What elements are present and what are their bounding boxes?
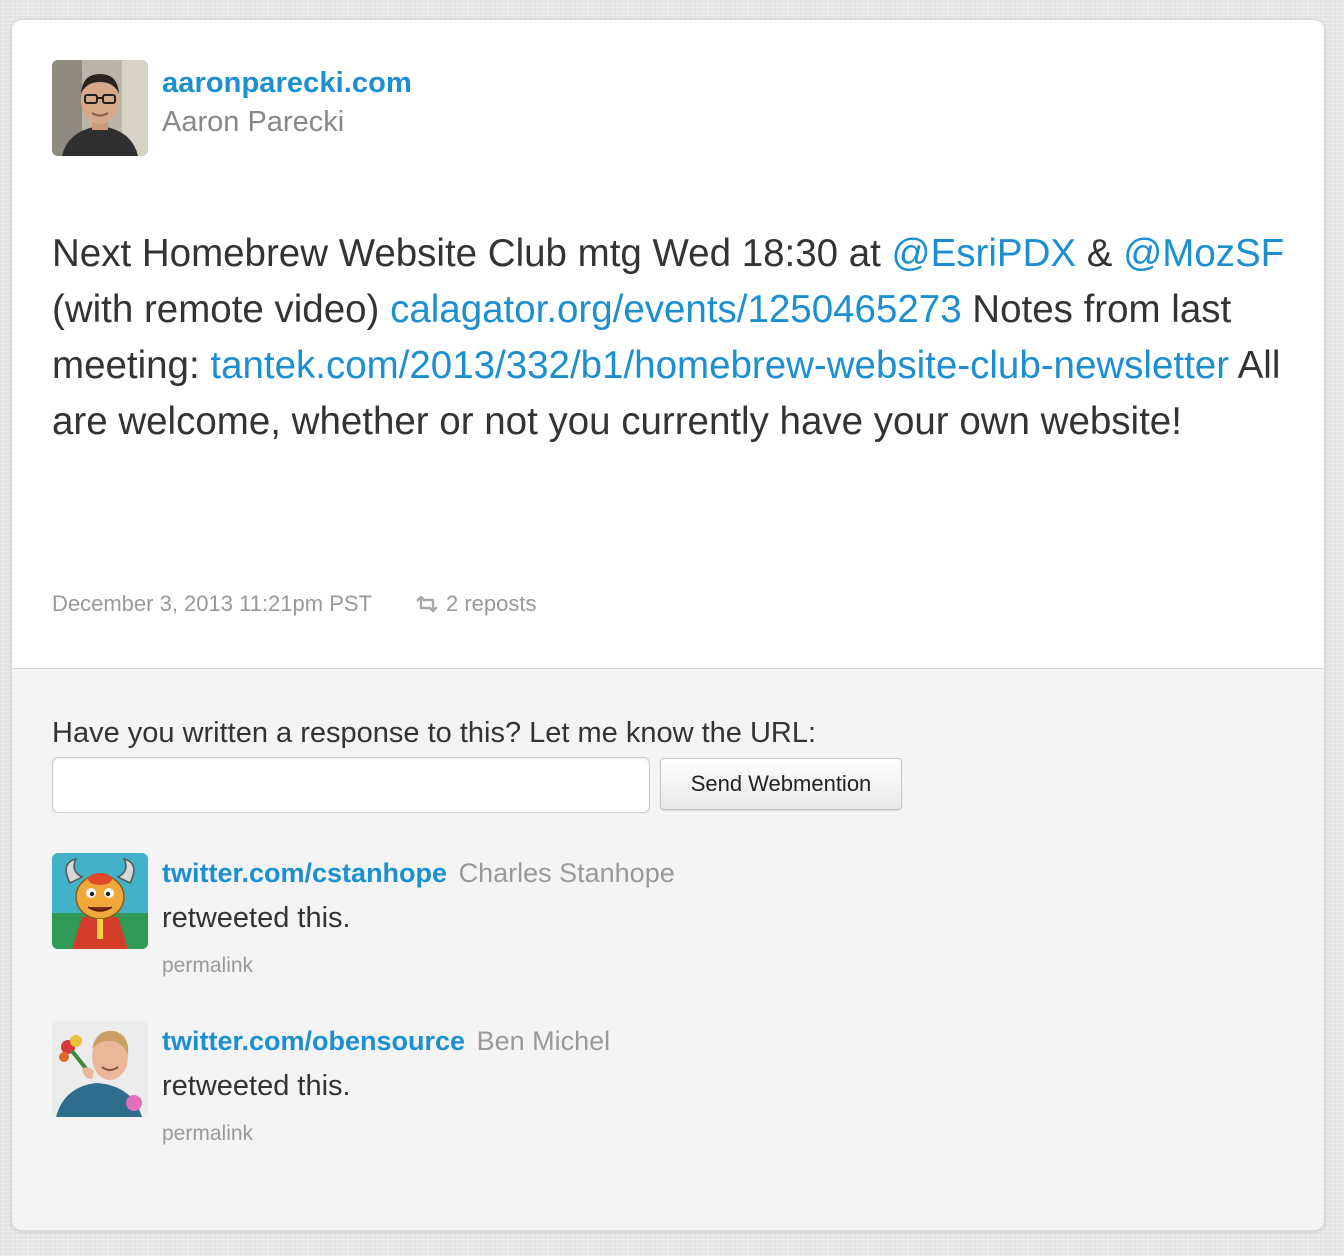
response-item: twitter.com/obensource Ben Michel retwee… <box>52 1021 1252 1151</box>
repost-count-label: 2 reposts <box>446 591 537 616</box>
response-text: retweeted this. <box>162 902 351 934</box>
event-link[interactable]: calagator.org/events/1250465273 <box>390 288 962 331</box>
post-text: Next Homebrew Website Club mtg Wed 18:30… <box>52 232 892 275</box>
author-photo[interactable] <box>52 60 148 156</box>
mention-link[interactable]: @EsriPDX <box>892 232 1077 275</box>
responses-panel: Have you written a response to this? Let… <box>12 669 1324 1230</box>
response-author-name: Charles Stanhope <box>458 858 675 888</box>
author-url-link[interactable]: aaronparecki.com <box>162 67 412 100</box>
post-text: (with remote video) <box>52 288 391 331</box>
author-photo-image <box>52 60 148 156</box>
post-date-permalink[interactable]: December 3, 2013 11:21pm PST <box>52 591 372 617</box>
notes-link[interactable]: tantek.com/2013/332/b1/homebrew-website-… <box>210 344 1229 387</box>
post-meta: December 3, 2013 11:21pm PST 2 reposts <box>52 591 537 617</box>
webmention-prompt: Have you written a response to this? Let… <box>52 717 817 749</box>
cartoon-monster-avatar <box>52 853 148 949</box>
response-permalink[interactable]: permalink <box>162 1122 253 1146</box>
send-webmention-button[interactable]: Send Webmention <box>660 758 902 810</box>
post-entry: aaronparecki.com Aaron Parecki Next Home… <box>12 20 1324 669</box>
response-permalink[interactable]: permalink <box>162 954 253 978</box>
post-card: aaronparecki.com Aaron Parecki Next Home… <box>12 20 1324 1230</box>
repost-count[interactable]: 2 reposts <box>414 591 537 617</box>
mention-link[interactable]: @MozSF <box>1123 232 1284 275</box>
response-avatar[interactable] <box>52 853 148 949</box>
response-item: twitter.com/cstanhope Charles Stanhope r… <box>52 853 1252 983</box>
post-text: & <box>1076 232 1124 275</box>
person-with-flowers-avatar <box>52 1021 148 1117</box>
response-author: twitter.com/cstanhope Charles Stanhope <box>162 858 675 889</box>
response-author-name: Ben Michel <box>476 1026 611 1056</box>
response-avatar[interactable] <box>52 1021 148 1117</box>
post-content: Next Homebrew Website Club mtg Wed 18:30… <box>52 226 1292 450</box>
response-author-url[interactable]: twitter.com/obensource <box>162 1026 465 1056</box>
response-text: retweeted this. <box>162 1070 351 1102</box>
webmention-url-input[interactable] <box>52 757 650 813</box>
author-name: Aaron Parecki <box>162 106 345 138</box>
repost-icon <box>416 595 438 613</box>
response-author-url[interactable]: twitter.com/cstanhope <box>162 858 447 888</box>
response-author: twitter.com/obensource Ben Michel <box>162 1026 610 1057</box>
